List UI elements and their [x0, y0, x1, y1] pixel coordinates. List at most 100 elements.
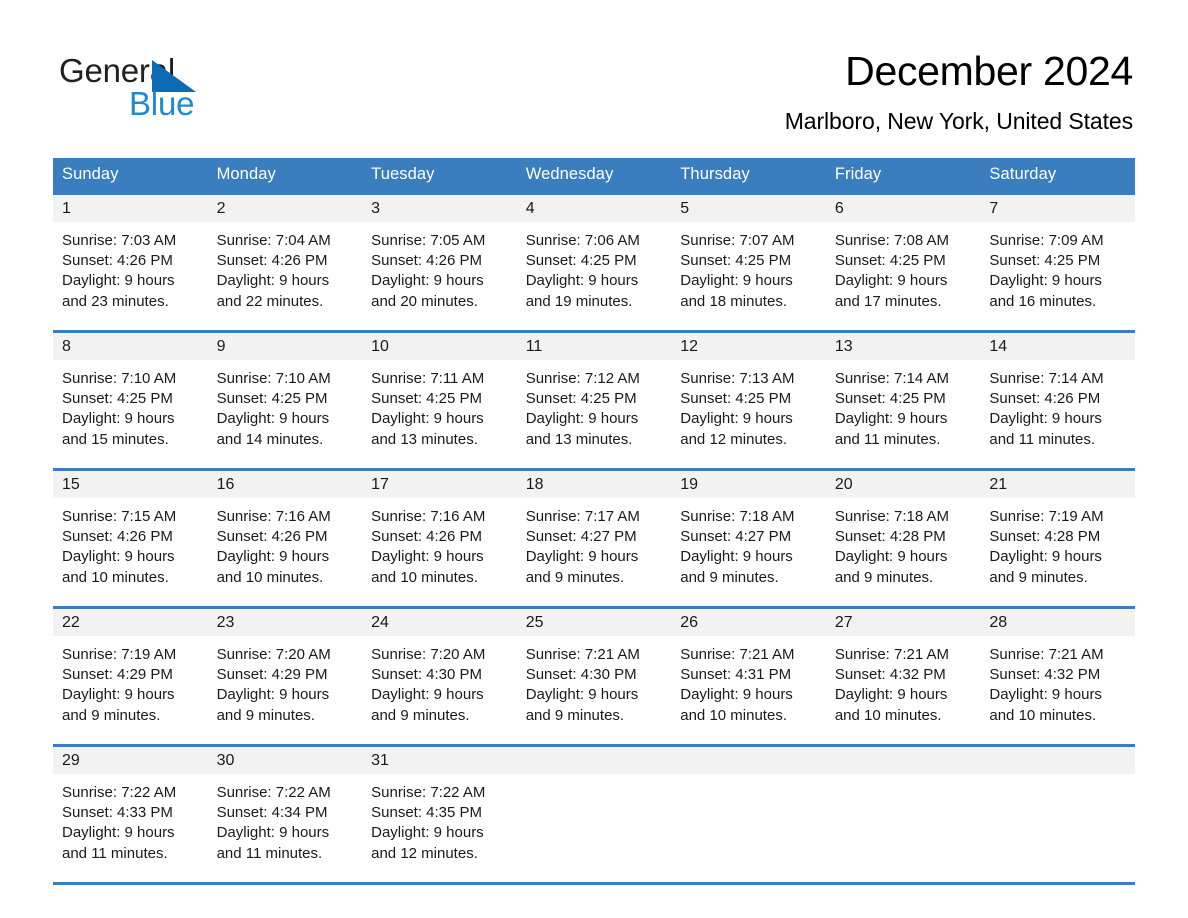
day-cell[interactable]: 3 Sunrise: 7:05 AM Sunset: 4:26 PM Dayli… — [362, 192, 517, 332]
day-cell-empty — [825, 744, 981, 885]
day-cell[interactable]: 7 Sunrise: 7:09 AM Sunset: 4:25 PM Dayli… — [980, 192, 1135, 332]
sunrise-text: Sunrise: 7:04 AM — [216, 232, 331, 249]
sunset-text: Sunset: 4:25 PM — [62, 390, 173, 408]
day-number — [516, 747, 672, 774]
day-number: 10 — [362, 333, 517, 360]
day-cell[interactable]: 4 Sunrise: 7:06 AM Sunset: 4:25 PM Dayli… — [516, 192, 672, 332]
day-cell[interactable]: 1 Sunrise: 7:03 AM Sunset: 4:26 PM Dayli… — [53, 192, 208, 332]
sunrise-text: Sunrise: 7:10 AM — [62, 370, 177, 387]
sunrise-text: Sunrise: 7:16 AM — [371, 508, 486, 525]
generalblue-logo[interactable]: General Blue — [59, 52, 359, 124]
daylight-text-line2: and 9 minutes. — [525, 568, 625, 586]
day-cell[interactable]: 20 Sunrise: 7:18 AM Sunset: 4:28 PM Dayl… — [825, 468, 981, 608]
daylight-text-line1: Daylight: 9 hours — [62, 272, 175, 290]
day-cell[interactable]: 14 Sunrise: 7:14 AM Sunset: 4:26 PM Dayl… — [980, 330, 1135, 470]
day-cell[interactable]: 11 Sunrise: 7:12 AM Sunset: 4:25 PM Dayl… — [516, 330, 672, 470]
day-cell[interactable]: 22 Sunrise: 7:19 AM Sunset: 4:29 PM Dayl… — [53, 606, 208, 746]
day-number — [671, 747, 826, 774]
sunset-text: Sunset: 4:25 PM — [834, 252, 946, 270]
week-row: 1 Sunrise: 7:03 AM Sunset: 4:26 PM Dayli… — [53, 192, 1135, 332]
day-number: 25 — [516, 609, 672, 636]
day-details: Sunrise: 7:21 AM Sunset: 4:32 PM Dayligh… — [980, 636, 1135, 726]
day-cell[interactable]: 6 Sunrise: 7:08 AM Sunset: 4:25 PM Dayli… — [825, 192, 981, 332]
day-details: Sunrise: 7:17 AM Sunset: 4:27 PM Dayligh… — [517, 498, 672, 588]
daylight-text-line1: Daylight: 9 hours — [680, 548, 793, 566]
sunset-text: Sunset: 4:29 PM — [62, 666, 173, 684]
daylight-text-line1: Daylight: 9 hours — [216, 548, 330, 566]
day-cell[interactable]: 27 Sunrise: 7:21 AM Sunset: 4:32 PM Dayl… — [825, 606, 981, 746]
weekday-header-tuesday: Tuesday — [362, 158, 517, 194]
day-number: 15 — [53, 471, 208, 498]
daylight-text-line1: Daylight: 9 hours — [834, 410, 948, 428]
daylight-text-line1: Daylight: 9 hours — [834, 272, 948, 290]
daylight-text-line1: Daylight: 9 hours — [62, 410, 175, 428]
day-number — [980, 747, 1135, 774]
day-details: Sunrise: 7:22 AM Sunset: 4:35 PM Dayligh… — [362, 774, 517, 864]
day-number: 6 — [825, 195, 981, 222]
day-details: Sunrise: 7:09 AM Sunset: 4:25 PM Dayligh… — [980, 222, 1135, 312]
sunset-text: Sunset: 4:25 PM — [989, 252, 1101, 270]
daylight-text-line2: and 11 minutes. — [834, 430, 941, 448]
sunset-text: Sunset: 4:28 PM — [834, 528, 946, 546]
daylight-text-line2: and 19 minutes. — [525, 292, 633, 310]
day-number: 28 — [980, 609, 1135, 636]
daylight-text-line1: Daylight: 9 hours — [371, 410, 484, 428]
day-number: 14 — [980, 333, 1135, 360]
day-cell[interactable]: 12 Sunrise: 7:13 AM Sunset: 4:25 PM Dayl… — [671, 330, 826, 470]
sunset-text: Sunset: 4:34 PM — [216, 804, 328, 822]
daylight-text-line1: Daylight: 9 hours — [834, 548, 948, 566]
day-cell[interactable]: 28 Sunrise: 7:21 AM Sunset: 4:32 PM Dayl… — [980, 606, 1135, 746]
daylight-text-line1: Daylight: 9 hours — [680, 272, 793, 290]
day-cell[interactable]: 23 Sunrise: 7:20 AM Sunset: 4:29 PM Dayl… — [207, 606, 363, 746]
day-details: Sunrise: 7:19 AM Sunset: 4:29 PM Dayligh… — [53, 636, 208, 726]
day-cell[interactable]: 30 Sunrise: 7:22 AM Sunset: 4:34 PM Dayl… — [207, 744, 363, 885]
daylight-text-line2: and 9 minutes. — [216, 706, 315, 724]
sunrise-text: Sunrise: 7:21 AM — [680, 646, 795, 663]
daylight-text-line2: and 15 minutes. — [62, 430, 169, 448]
daylight-text-line2: and 10 minutes. — [834, 706, 942, 724]
sunset-text: Sunset: 4:25 PM — [834, 390, 946, 408]
day-details: Sunrise: 7:21 AM Sunset: 4:32 PM Dayligh… — [826, 636, 981, 726]
day-number: 7 — [980, 195, 1135, 222]
day-cell[interactable]: 31 Sunrise: 7:22 AM Sunset: 4:35 PM Dayl… — [362, 744, 517, 885]
day-cell[interactable]: 21 Sunrise: 7:19 AM Sunset: 4:28 PM Dayl… — [980, 468, 1135, 608]
weekday-header-thursday: Thursday — [671, 158, 826, 194]
day-cell[interactable]: 8 Sunrise: 7:10 AM Sunset: 4:25 PM Dayli… — [53, 330, 208, 470]
day-cell[interactable]: 24 Sunrise: 7:20 AM Sunset: 4:30 PM Dayl… — [362, 606, 517, 746]
day-cell[interactable]: 26 Sunrise: 7:21 AM Sunset: 4:31 PM Dayl… — [671, 606, 826, 746]
sunset-text: Sunset: 4:25 PM — [680, 390, 792, 408]
day-cell[interactable]: 9 Sunrise: 7:10 AM Sunset: 4:25 PM Dayli… — [207, 330, 363, 470]
sunset-text: Sunset: 4:27 PM — [525, 528, 637, 546]
day-cell[interactable]: 10 Sunrise: 7:11 AM Sunset: 4:25 PM Dayl… — [362, 330, 517, 470]
day-details: Sunrise: 7:20 AM Sunset: 4:29 PM Dayligh… — [208, 636, 363, 726]
day-cell[interactable]: 5 Sunrise: 7:07 AM Sunset: 4:25 PM Dayli… — [671, 192, 826, 332]
day-cell[interactable]: 17 Sunrise: 7:16 AM Sunset: 4:26 PM Dayl… — [362, 468, 517, 608]
sunset-text: Sunset: 4:25 PM — [216, 390, 328, 408]
day-cell[interactable]: 15 Sunrise: 7:15 AM Sunset: 4:26 PM Dayl… — [53, 468, 208, 608]
day-number: 24 — [362, 609, 517, 636]
day-cell[interactable]: 29 Sunrise: 7:22 AM Sunset: 4:33 PM Dayl… — [53, 744, 208, 885]
day-cell[interactable]: 16 Sunrise: 7:16 AM Sunset: 4:26 PM Dayl… — [207, 468, 363, 608]
location-subtitle: Marlboro, New York, United States — [784, 108, 1133, 134]
day-cell[interactable]: 25 Sunrise: 7:21 AM Sunset: 4:30 PM Dayl… — [516, 606, 672, 746]
daylight-text-line1: Daylight: 9 hours — [371, 272, 484, 290]
day-details: Sunrise: 7:14 AM Sunset: 4:26 PM Dayligh… — [980, 360, 1135, 450]
day-number: 1 — [53, 195, 208, 222]
sunrise-text: Sunrise: 7:11 AM — [371, 370, 485, 387]
day-cell[interactable]: 18 Sunrise: 7:17 AM Sunset: 4:27 PM Dayl… — [516, 468, 672, 608]
day-number: 2 — [207, 195, 363, 222]
day-number — [825, 747, 981, 774]
day-cell[interactable]: 2 Sunrise: 7:04 AM Sunset: 4:26 PM Dayli… — [207, 192, 363, 332]
daylight-text-line1: Daylight: 9 hours — [989, 686, 1102, 704]
sunset-text: Sunset: 4:26 PM — [371, 252, 483, 270]
sunset-text: Sunset: 4:26 PM — [62, 252, 173, 270]
day-details: Sunrise: 7:20 AM Sunset: 4:30 PM Dayligh… — [362, 636, 517, 726]
daylight-text-line1: Daylight: 9 hours — [62, 686, 175, 704]
day-cell[interactable]: 13 Sunrise: 7:14 AM Sunset: 4:25 PM Dayl… — [825, 330, 981, 470]
day-number: 8 — [53, 333, 208, 360]
sunrise-text: Sunrise: 7:03 AM — [62, 232, 177, 249]
day-details: Sunrise: 7:16 AM Sunset: 4:26 PM Dayligh… — [208, 498, 363, 588]
sunset-text: Sunset: 4:28 PM — [989, 528, 1101, 546]
day-cell[interactable]: 19 Sunrise: 7:18 AM Sunset: 4:27 PM Dayl… — [671, 468, 826, 608]
sunrise-text: Sunrise: 7:21 AM — [525, 646, 640, 663]
